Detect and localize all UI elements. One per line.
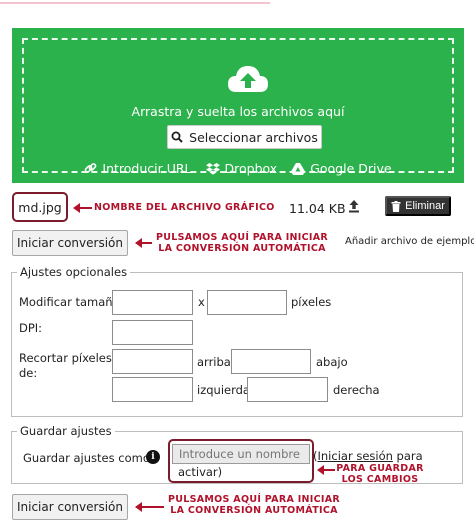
dropbox-option[interactable]: Dropbox: [205, 161, 278, 176]
dpi-input[interactable]: [112, 320, 193, 345]
save-annotation-line2: LOS CAMBIOS: [341, 474, 419, 485]
login-suffix: para: [392, 449, 423, 463]
size-separator: x: [198, 295, 205, 309]
crop-bottom-input[interactable]: [231, 349, 311, 374]
convert-bottom-annotation-line2: LA CONVERSIÓN AUTOMÁTICA: [170, 505, 338, 516]
height-input[interactable]: [207, 290, 287, 315]
pixels-unit: píxeles: [291, 295, 332, 309]
source-options: Introducir URL Dropbox Google Drive: [24, 161, 452, 176]
drag-drop-text: Arrastra y suelta los archivos aquí: [131, 104, 345, 119]
file-dropzone[interactable]: Arrastra y suelta los archivos aquí Sele…: [12, 28, 464, 183]
dropzone-dashed-border: Arrastra y suelta los archivos aquí Sele…: [22, 38, 454, 176]
file-name-annotation: NOMBRE DEL ARCHIVO GRÁFICO: [94, 202, 275, 213]
file-name-arrow: [73, 203, 92, 213]
save-annotation-line1: PARA GUARDAR: [336, 463, 424, 474]
convert-top-annotation-line2: LA CONVERSIÓN AUTOMÁTICA: [158, 243, 326, 254]
crop-bottom-label: abajo: [316, 355, 348, 369]
link-icon: [85, 163, 97, 173]
crop-label: Recortar píxeles de:: [19, 351, 112, 381]
cloud-upload-icon: [228, 66, 268, 92]
save-settings-legend: Guardar ajustes: [20, 424, 112, 438]
info-icon[interactable]: i: [146, 450, 160, 464]
convert-top-annotation: PULSAMOS AQUÍ PARA INICIAR LA CONVERSIÓN…: [152, 232, 332, 254]
login-hint: (Iniciar sesión para: [313, 449, 423, 463]
start-conversion-button-bottom[interactable]: Iniciar conversión: [12, 494, 128, 520]
select-files-label: Seleccionar archivos: [189, 129, 318, 145]
save-arrow: [317, 465, 335, 475]
save-annotation: PARA GUARDAR LOS CAMBIOS: [336, 463, 424, 485]
enter-url-option[interactable]: Introducir URL: [84, 161, 192, 176]
name-input-highlight: [168, 439, 314, 483]
google-drive-label: Google Drive: [310, 161, 392, 176]
trash-icon: [391, 200, 401, 212]
login-link[interactable]: Iniciar sesión: [318, 449, 393, 463]
convert-top-arrow: [135, 238, 152, 248]
start-conversion-button-top[interactable]: Iniciar conversión: [12, 230, 128, 256]
crop-top-label: arriba: [197, 355, 231, 369]
file-row: md.jpg NOMBRE DEL ARCHIVO GRÁFICO 11.04 …: [0, 190, 474, 226]
crop-left-label: izquierda: [197, 383, 250, 397]
enter-url-label: Introducir URL: [102, 161, 192, 176]
file-name: md.jpg: [12, 192, 68, 222]
crop-right-label: derecha: [333, 383, 380, 397]
width-input[interactable]: [112, 290, 193, 315]
select-files-button[interactable]: Seleccionar archivos: [167, 125, 322, 149]
dpi-label: DPI:: [19, 321, 43, 335]
file-size: 11.04 KB: [289, 201, 346, 216]
crop-label-line1: Recortar píxeles: [19, 351, 112, 365]
dropbox-icon: [205, 162, 220, 175]
delete-label: Eliminar: [405, 200, 445, 212]
dropbox-label: Dropbox: [224, 161, 278, 176]
convert-top-annotation-line1: PULSAMOS AQUÍ PARA INICIAR: [156, 232, 328, 243]
crop-top-input[interactable]: [112, 349, 193, 374]
top-strip: [0, 0, 270, 4]
optional-settings-legend: Ajustes opcionales: [20, 265, 128, 279]
google-drive-icon: [291, 162, 306, 175]
google-drive-option[interactable]: Google Drive: [291, 161, 392, 176]
search-icon: [171, 131, 183, 143]
crop-label-line2: de:: [19, 366, 38, 380]
crop-right-input[interactable]: [247, 377, 328, 402]
crop-left-input[interactable]: [112, 377, 193, 402]
save-as-label: Guardar ajustes como:: [23, 451, 154, 465]
resize-label: Modificar tamaño:: [19, 295, 124, 309]
delete-file-button[interactable]: Eliminar: [385, 196, 451, 216]
convert-bottom-annotation-line1: PULSAMOS AQUÍ PARA INICIAR: [168, 494, 340, 505]
convert-bottom-annotation: PULSAMOS AQUÍ PARA INICIAR LA CONVERSIÓN…: [164, 494, 344, 516]
add-sample-file-link[interactable]: Añadir archivo de ejemplo: [345, 236, 474, 247]
upload-icon: [349, 200, 359, 213]
convert-bottom-arrow: [135, 502, 164, 512]
